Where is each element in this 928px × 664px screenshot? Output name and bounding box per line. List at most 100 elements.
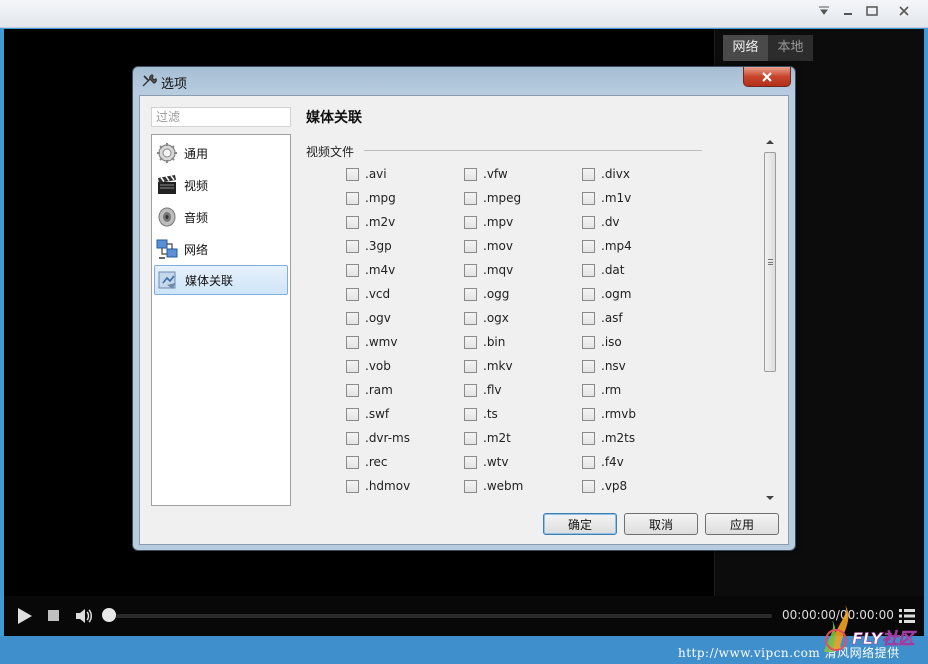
apply-button[interactable]: 应用 (705, 513, 779, 535)
checkbox[interactable] (582, 359, 595, 373)
close-window-button[interactable] (884, 2, 924, 20)
file-type-checkbox[interactable]: .swf (346, 406, 389, 422)
checkbox[interactable] (582, 431, 595, 445)
file-type-checkbox[interactable]: .mpv (464, 214, 513, 230)
cancel-button[interactable]: 取消 (624, 513, 698, 535)
checkbox[interactable] (582, 239, 595, 253)
category-item-media-association[interactable]: 媒体关联 (154, 265, 288, 295)
checkbox[interactable] (582, 455, 595, 469)
file-type-checkbox[interactable]: .wtv (464, 454, 508, 470)
checkbox[interactable] (582, 335, 595, 349)
checkbox[interactable] (464, 359, 477, 373)
file-type-checkbox[interactable]: .bin (464, 334, 505, 350)
file-type-checkbox[interactable]: .mp4 (582, 238, 632, 254)
file-type-checkbox[interactable]: .vcd (346, 286, 390, 302)
checkbox[interactable] (464, 191, 477, 205)
file-type-checkbox[interactable]: .rm (582, 382, 621, 398)
checkbox[interactable] (346, 191, 359, 205)
file-type-checkbox[interactable]: .m2v (346, 214, 395, 230)
volume-button[interactable] (74, 606, 94, 626)
file-type-checkbox[interactable]: .wmv (346, 334, 397, 350)
file-type-checkbox[interactable]: .avi (346, 166, 387, 182)
file-type-checkbox[interactable]: .webm (464, 478, 523, 494)
file-type-checkbox[interactable]: .asf (582, 310, 623, 326)
checkbox[interactable] (464, 407, 477, 421)
checkbox[interactable] (464, 431, 477, 445)
file-type-checkbox[interactable]: .ram (346, 382, 393, 398)
checkbox[interactable] (346, 479, 359, 493)
checkbox[interactable] (346, 167, 359, 181)
checkbox[interactable] (582, 383, 595, 397)
dialog-close-button[interactable] (743, 67, 791, 87)
file-type-checkbox[interactable]: .ogx (464, 310, 509, 326)
checkbox[interactable] (346, 263, 359, 277)
file-type-checkbox[interactable]: .m2ts (582, 430, 635, 446)
file-type-checkbox[interactable]: .m2t (464, 430, 511, 446)
file-type-checkbox[interactable]: .mpg (346, 190, 396, 206)
checkbox[interactable] (346, 311, 359, 325)
checkbox[interactable] (464, 455, 477, 469)
checkbox[interactable] (582, 287, 595, 301)
file-type-checkbox[interactable]: .flv (464, 382, 501, 398)
category-item-general[interactable]: 通用 (154, 138, 288, 168)
category-item-video[interactable]: 视频 (154, 170, 288, 200)
checkbox[interactable] (582, 407, 595, 421)
checkbox[interactable] (582, 479, 595, 493)
play-button[interactable] (14, 606, 34, 626)
file-type-checkbox[interactable]: .3gp (346, 238, 392, 254)
checkbox[interactable] (346, 239, 359, 253)
file-type-checkbox[interactable]: .m4v (346, 262, 395, 278)
file-type-checkbox[interactable]: .divx (582, 166, 630, 182)
seek-bar[interactable] (108, 614, 772, 618)
tab-network[interactable]: 网络 (723, 35, 768, 61)
checkbox[interactable] (464, 215, 477, 229)
file-type-checkbox[interactable]: .vp8 (582, 478, 627, 494)
category-item-audio[interactable]: 音频 (154, 202, 288, 232)
file-type-checkbox[interactable]: .mqv (464, 262, 513, 278)
category-item-network[interactable]: 网络 (154, 234, 288, 264)
file-type-checkbox[interactable]: .dvr-ms (346, 430, 410, 446)
seek-handle[interactable] (102, 608, 116, 622)
checkbox[interactable] (346, 455, 359, 469)
checkbox[interactable] (464, 263, 477, 277)
checkbox[interactable] (464, 287, 477, 301)
checkbox[interactable] (582, 263, 595, 277)
file-type-checkbox[interactable]: .rmvb (582, 406, 636, 422)
checkbox[interactable] (346, 407, 359, 421)
file-type-checkbox[interactable]: .hdmov (346, 478, 410, 494)
scroll-thumb[interactable] (764, 152, 776, 372)
ok-button[interactable]: 确定 (543, 513, 617, 535)
file-type-checkbox[interactable]: .m1v (582, 190, 631, 206)
file-type-checkbox[interactable]: .dv (582, 214, 620, 230)
file-type-checkbox[interactable]: .ogg (464, 286, 509, 302)
minimize-button[interactable] (836, 2, 860, 20)
file-type-checkbox[interactable]: .mov (464, 238, 513, 254)
stop-button[interactable] (48, 610, 59, 621)
options-scrollbar[interactable] (762, 136, 778, 504)
checkbox[interactable] (582, 215, 595, 229)
menu-dropdown-button[interactable] (812, 2, 836, 20)
file-type-checkbox[interactable]: .dat (582, 262, 625, 278)
scroll-down-arrow[interactable] (766, 496, 774, 500)
checkbox[interactable] (346, 359, 359, 373)
checkbox[interactable] (582, 167, 595, 181)
file-type-checkbox[interactable]: .vfw (464, 166, 508, 182)
checkbox[interactable] (582, 191, 595, 205)
checkbox[interactable] (346, 215, 359, 229)
checkbox[interactable] (346, 335, 359, 349)
checkbox[interactable] (346, 431, 359, 445)
checkbox[interactable] (464, 167, 477, 181)
filter-input[interactable] (151, 107, 291, 127)
checkbox[interactable] (464, 311, 477, 325)
scroll-up-arrow[interactable] (766, 140, 774, 144)
file-type-checkbox[interactable]: .vob (346, 358, 391, 374)
file-type-checkbox[interactable]: .ogv (346, 310, 391, 326)
checkbox[interactable] (346, 383, 359, 397)
tab-local[interactable]: 本地 (768, 35, 813, 61)
file-type-checkbox[interactable]: .mkv (464, 358, 513, 374)
file-type-checkbox[interactable]: .rec (346, 454, 387, 470)
checkbox[interactable] (346, 287, 359, 301)
file-type-checkbox[interactable]: .f4v (582, 454, 624, 470)
checkbox[interactable] (464, 383, 477, 397)
checkbox[interactable] (582, 311, 595, 325)
